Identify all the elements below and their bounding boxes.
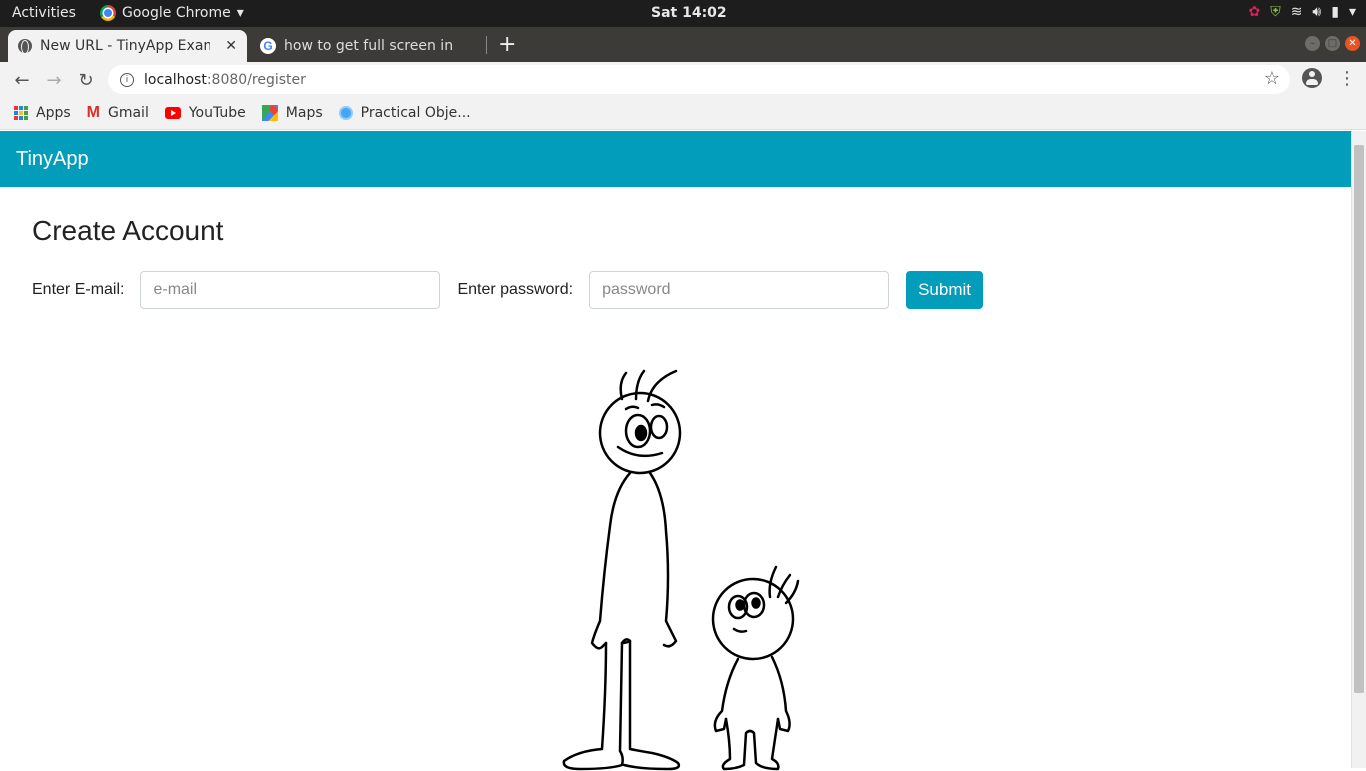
bookmark-youtube[interactable]: YouTube (164, 105, 246, 121)
apps-grid-icon (14, 106, 28, 120)
maps-icon (261, 105, 278, 121)
page-title: Create Account (32, 215, 224, 246)
volume-icon: 🔊︎ (1312, 4, 1322, 20)
register-form: Enter E-mail: Enter password: Submit (32, 271, 1319, 309)
minimize-button[interactable]: – (1305, 36, 1320, 51)
address-bar[interactable]: i localhost :8080/register ☆ (108, 65, 1290, 94)
os-top-bar: Activities Google Chrome ▾ Sat 14:02 ✿ ⛨… (0, 0, 1366, 27)
bookmark-label: YouTube (188, 105, 246, 121)
page-scrollbar[interactable] (1351, 131, 1366, 768)
chrome-icon (100, 5, 116, 21)
close-tab-icon[interactable]: ✕ (225, 38, 237, 54)
tab-separator (486, 36, 487, 54)
tab-title: New URL - TinyApp Example (40, 38, 210, 54)
bookmark-gmail[interactable]: M Gmail (87, 104, 149, 122)
shield-icon[interactable]: ⛨ (1270, 4, 1281, 20)
star-icon[interactable]: ☆ (1264, 68, 1280, 89)
browser-toolbar: ← → ↻ i localhost :8080/register ☆ ⋮ (0, 62, 1366, 97)
small-figure (711, 565, 800, 771)
youtube-icon (164, 107, 181, 119)
brand-link[interactable]: TinyApp (16, 148, 89, 171)
bookmark-label: Maps (285, 105, 323, 121)
kebab-menu-icon[interactable]: ⋮ (1338, 68, 1356, 89)
email-input[interactable] (140, 271, 441, 309)
password-label: Enter password: (457, 281, 574, 298)
globe-icon (18, 39, 32, 54)
submit-button[interactable]: Submit (906, 271, 983, 309)
forward-button[interactable]: → (42, 68, 66, 92)
bookmark-practical-objects[interactable]: Practical Obje... (338, 105, 471, 121)
practical-objects-icon (338, 106, 353, 120)
navbar: TinyApp (0, 131, 1351, 187)
tab-title: how to get full screen in ubuntu (284, 38, 454, 54)
clock[interactable]: Sat 14:02 (651, 5, 727, 21)
maximize-button[interactable]: □ (1325, 36, 1340, 51)
system-tray[interactable]: ✿ ⛨ ≋ 🔊︎ ▮ ▾ (1248, 4, 1356, 20)
close-window-button[interactable]: ✕ (1345, 36, 1360, 51)
activities-button[interactable]: Activities (12, 5, 76, 21)
bookmark-label: Apps (36, 105, 71, 121)
tab-active[interactable]: New URL - TinyApp Example ✕ (8, 30, 247, 62)
battery-icon: ▮ (1331, 4, 1339, 20)
bookmark-apps[interactable]: Apps (14, 105, 71, 121)
back-button[interactable]: ← (10, 68, 34, 92)
slack-icon[interactable]: ✿ (1248, 4, 1260, 20)
url-host: localhost (144, 71, 207, 88)
page-content: Create Account Enter E-mail: Enter passw… (0, 187, 1351, 337)
google-icon: G (260, 38, 276, 54)
bookmark-label: Gmail (107, 105, 149, 121)
gmail-icon: M (86, 104, 100, 121)
tall-figure (562, 369, 682, 771)
url-path: :8080/register (206, 71, 306, 88)
scrollbar-thumb[interactable] (1354, 145, 1364, 693)
new-tab-button[interactable]: + (498, 32, 516, 57)
tab-strip: New URL - TinyApp Example ✕ G how to get… (0, 27, 1366, 62)
bookmark-maps[interactable]: Maps (261, 105, 323, 121)
tab-inactive[interactable]: G how to get full screen in ubuntu (250, 30, 486, 62)
info-icon[interactable]: i (120, 72, 134, 87)
page-viewport: TinyApp Create Account Enter E-mail: Ent… (0, 131, 1351, 771)
app-menu-label: Google Chrome (122, 5, 231, 21)
bookmark-label: Practical Obje... (360, 105, 471, 121)
chevron-down-icon: ▾ (236, 5, 244, 21)
reload-button[interactable]: ↻ (74, 68, 98, 92)
password-input[interactable] (589, 271, 890, 309)
email-label: Enter E-mail: (32, 281, 125, 298)
bookmarks-bar: Apps M Gmail YouTube Maps Practical Obje… (0, 97, 1366, 130)
cartoon-illustration (562, 369, 800, 771)
wifi-icon: ≋ (1290, 4, 1303, 20)
profile-avatar-icon[interactable] (1302, 68, 1322, 88)
chevron-down-icon: ▾ (1348, 4, 1356, 20)
window-controls: – □ ✕ (1305, 36, 1360, 51)
app-menu[interactable]: Google Chrome ▾ (100, 5, 244, 21)
